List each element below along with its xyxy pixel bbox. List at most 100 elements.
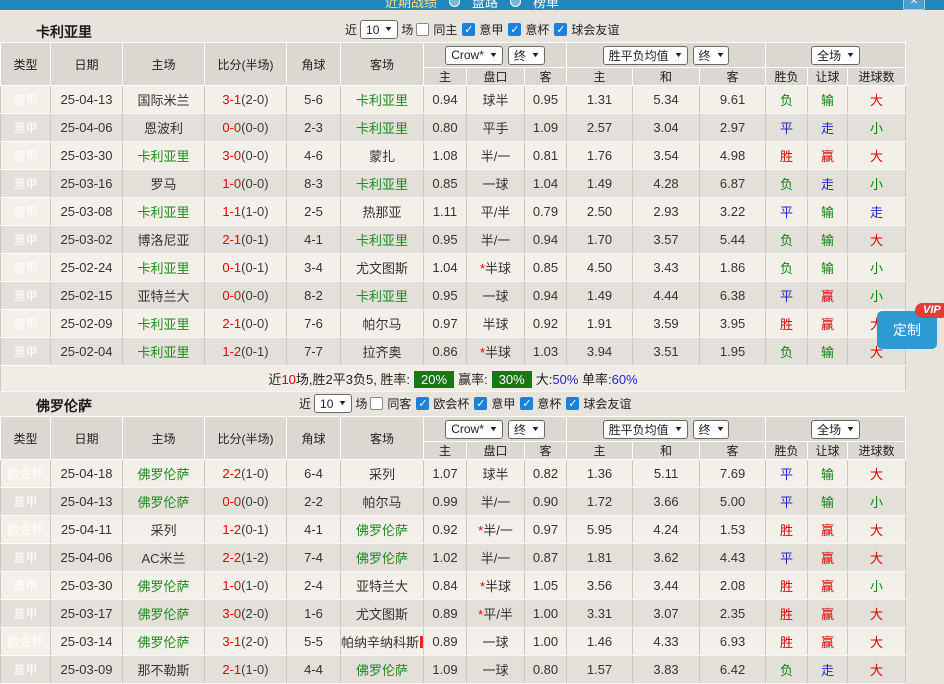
handicap-cell: 一球 xyxy=(467,282,525,310)
result-cell: 负 xyxy=(766,656,808,684)
odds-final-select[interactable]: 终▼ xyxy=(508,46,545,65)
mean-selects: 胜平负均值▼ 终▼ xyxy=(567,420,765,439)
score-cell: 0-0(0-0) xyxy=(205,488,287,516)
odds-provider-select-value: Crow* xyxy=(451,422,484,436)
away-team-cell: 热那亚 xyxy=(341,198,424,226)
league-cell: 意甲 xyxy=(1,488,51,516)
score-cell: 3-0(2-0) xyxy=(205,600,287,628)
mean-provider-select[interactable]: 胜平负均值▼ xyxy=(603,46,688,65)
checkbox-checked[interactable]: ✓ xyxy=(462,23,475,36)
close-button[interactable]: ✕ xyxy=(903,0,925,10)
match-row: 意甲25-03-16罗马1-0(0-0)8-3卡利亚里0.85一球1.041.4… xyxy=(1,170,906,198)
mean-header-group: 胜平负均值▼ 终▼ xyxy=(567,43,766,68)
fulltime-score: 3-1 xyxy=(222,634,241,649)
odds-provider-select[interactable]: Crow*▼ xyxy=(445,46,503,65)
date-cell: 25-03-14 xyxy=(51,628,123,656)
odds-final-select[interactable]: 终▼ xyxy=(508,420,545,439)
recent-count-select[interactable]: 10▼ xyxy=(314,394,352,413)
odds-selects: Crow*▼ 终▼ xyxy=(424,46,566,65)
away-team-name: 卡利亚里 xyxy=(356,289,408,304)
tab-dot-icon xyxy=(449,0,460,7)
handicap-result-cell: 赢 xyxy=(808,600,848,628)
avg-away-cell: 7.69 xyxy=(700,460,766,488)
spacer xyxy=(0,10,944,18)
handicap-cell: 半/一 xyxy=(467,226,525,254)
summary-text: 60% xyxy=(612,372,638,387)
result-cell: 平 xyxy=(766,460,808,488)
checkbox-checked[interactable]: ✓ xyxy=(474,397,487,410)
fulltime-score: 1-1 xyxy=(222,204,241,219)
handicap-cell: 半/一 xyxy=(467,142,525,170)
sub-column-header: 和 xyxy=(633,68,700,86)
date-cell: 25-04-06 xyxy=(51,544,123,572)
sub-column-header: 进球数 xyxy=(848,442,906,460)
score-cell: 2-2(1-0) xyxy=(205,460,287,488)
home-team-name: 恩波利 xyxy=(144,121,183,136)
corners-cell: 6-4 xyxy=(287,460,341,488)
summary-text: 近 xyxy=(268,372,281,387)
chevron-down-icon: ▼ xyxy=(384,26,394,33)
filter-label: 意杯 xyxy=(525,21,549,38)
home-odds-cell: 0.95 xyxy=(424,226,467,254)
column-header: 客场 xyxy=(341,417,424,460)
home-team-name: 卡利亚里 xyxy=(137,149,189,164)
handicap-name: 半/一 xyxy=(481,149,511,164)
checkbox-unchecked[interactable] xyxy=(370,397,383,410)
avg-away-cell: 2.35 xyxy=(700,600,766,628)
score-cell: 1-0(1-0) xyxy=(205,572,287,600)
mean-provider-select[interactable]: 胜平负均值▼ xyxy=(603,420,688,439)
result-cell: 平 xyxy=(766,488,808,516)
mean-final-select[interactable]: 终▼ xyxy=(693,420,730,439)
avg-away-cell: 3.22 xyxy=(700,198,766,226)
mean-final-select-value: 终 xyxy=(699,47,711,64)
avg-home-cell: 3.94 xyxy=(567,338,633,366)
column-header: 日期 xyxy=(51,417,123,460)
scope-select[interactable]: 全场▼ xyxy=(811,46,860,65)
scope-select-wrap: 全场▼ xyxy=(766,46,905,65)
away-team-name: 帕尔马 xyxy=(362,317,401,332)
recent-count-select[interactable]: 10▼ xyxy=(360,20,398,39)
league-cell: 意甲 xyxy=(1,226,51,254)
odds-header-group: Crow*▼ 终▼ xyxy=(424,417,567,442)
checkbox-checked[interactable]: ✓ xyxy=(566,397,579,410)
avg-away-cell: 2.08 xyxy=(700,572,766,600)
odds-provider-select[interactable]: Crow*▼ xyxy=(445,420,503,439)
mean-final-select[interactable]: 终▼ xyxy=(693,46,730,65)
fulltime-score: 1-2 xyxy=(222,344,241,359)
checkbox-checked[interactable]: ✓ xyxy=(508,23,521,36)
away-odds-cell: 0.85 xyxy=(525,254,567,282)
handicap-name: 球半 xyxy=(482,467,508,482)
avg-home-cell: 1.49 xyxy=(567,170,633,198)
date-cell: 25-03-17 xyxy=(51,600,123,628)
halftime-score: (1-0) xyxy=(241,578,268,593)
sub-column-header: 进球数 xyxy=(848,68,906,86)
corners-cell: 4-6 xyxy=(287,142,341,170)
handicap-result-cell: 赢 xyxy=(808,516,848,544)
checkbox-checked[interactable]: ✓ xyxy=(520,397,533,410)
recent-unit: 场 xyxy=(355,395,367,412)
home-team-name: 采列 xyxy=(150,523,176,538)
mean-provider-select-value: 胜平负均值 xyxy=(609,421,669,438)
tab-recent-record[interactable]: 近期战绩 xyxy=(385,0,437,10)
checkbox-checked[interactable]: ✓ xyxy=(416,397,429,410)
handicap-name: 半球 xyxy=(485,579,511,594)
home-team-name: 佛罗伦萨 xyxy=(137,467,189,482)
tab-handicap-trend[interactable]: 盘路 xyxy=(472,0,498,10)
checkbox-checked[interactable]: ✓ xyxy=(554,23,567,36)
away-odds-cell: 0.79 xyxy=(525,198,567,226)
home-team-cell: 佛罗伦萨 xyxy=(123,488,205,516)
avg-home-cell: 1.70 xyxy=(567,226,633,254)
away-team-name: 拉齐奥 xyxy=(362,345,401,360)
tab-standings[interactable]: 榜单 xyxy=(533,0,559,10)
scope-select[interactable]: 全场▼ xyxy=(811,420,860,439)
avg-away-cell: 6.42 xyxy=(700,656,766,684)
handicap-result-cell: 赢 xyxy=(808,572,848,600)
checkbox-unchecked[interactable] xyxy=(416,23,429,36)
corners-cell: 4-4 xyxy=(287,656,341,684)
match-filters: 近10▼场同客✓欧会杯✓意甲✓意杯✓球会友谊 xyxy=(299,394,633,413)
corners-cell: 4-1 xyxy=(287,516,341,544)
avg-draw-cell: 3.44 xyxy=(633,572,700,600)
avg-home-cell: 2.50 xyxy=(567,198,633,226)
score-cell: 1-1(1-0) xyxy=(205,198,287,226)
mean-provider-select-value: 胜平负均值 xyxy=(609,47,669,64)
